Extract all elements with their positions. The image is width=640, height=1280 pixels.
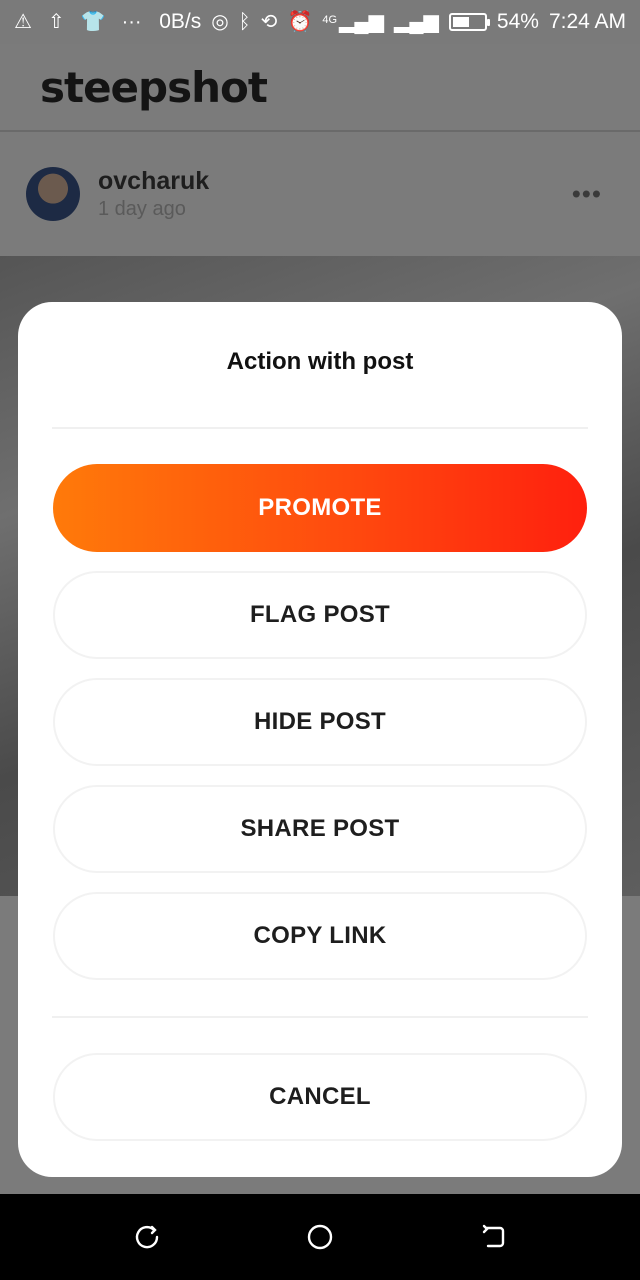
upload-icon: ⇧ — [47, 11, 65, 33]
triangle-notification-icon: ⚠ — [14, 11, 32, 33]
network-type: 4G — [322, 14, 338, 26]
more-notifications-icon: ··· — [121, 11, 142, 33]
action-dialog: Action with post PROMOTE FLAG POST HIDE … — [18, 302, 622, 1177]
author-name[interactable]: ovcharuk — [98, 167, 209, 196]
promote-button[interactable]: PROMOTE — [53, 464, 587, 552]
bluetooth-icon: ᛒ — [238, 11, 251, 33]
app-logo: steepshot — [40, 62, 268, 112]
post-header: ovcharuk 1 day ago ••• — [0, 132, 640, 256]
navigation-bar — [0, 1194, 640, 1280]
clock: 7:24 AM — [548, 10, 626, 33]
home-icon[interactable] — [307, 1224, 333, 1250]
share-post-button[interactable]: SHARE POST — [53, 785, 587, 873]
app-header: steepshot — [0, 44, 640, 132]
battery-percent: 54% — [496, 10, 539, 33]
copy-link-button[interactable]: COPY LINK — [53, 892, 587, 980]
recent-apps-icon[interactable] — [134, 1224, 160, 1250]
divider-bottom — [52, 1016, 588, 1018]
cancel-button[interactable]: CANCEL — [53, 1053, 587, 1141]
net-speed: 0B/s — [159, 10, 202, 33]
back-icon[interactable] — [480, 1224, 506, 1250]
status-bar: ⚠ ⇧ 👕 ··· 0B/s ◎ ᛒ ⟲ ⏰ 4G ▂▄▆ ▂▄▆ 54% 7:… — [0, 0, 640, 44]
dialog-title: Action with post — [226, 348, 414, 375]
avatar[interactable] — [26, 167, 80, 221]
signal-icon: ▂▄▆ — [339, 11, 384, 33]
alarm-icon: ⏰ — [287, 11, 313, 33]
shirt-icon: 👕 — [80, 11, 106, 33]
hotspot-icon: ◎ — [211, 11, 229, 33]
post-time: 1 day ago — [98, 198, 186, 220]
flag-post-button[interactable]: FLAG POST — [53, 571, 587, 659]
battery-icon — [448, 13, 490, 31]
signal-icon-2: ▂▄▆ — [393, 11, 439, 33]
divider-top — [52, 427, 588, 429]
battery-fill — [452, 17, 470, 27]
hide-post-button[interactable]: HIDE POST — [53, 678, 587, 766]
rotate-icon: ⟲ — [260, 11, 278, 33]
more-options-icon[interactable]: ••• — [572, 179, 602, 210]
